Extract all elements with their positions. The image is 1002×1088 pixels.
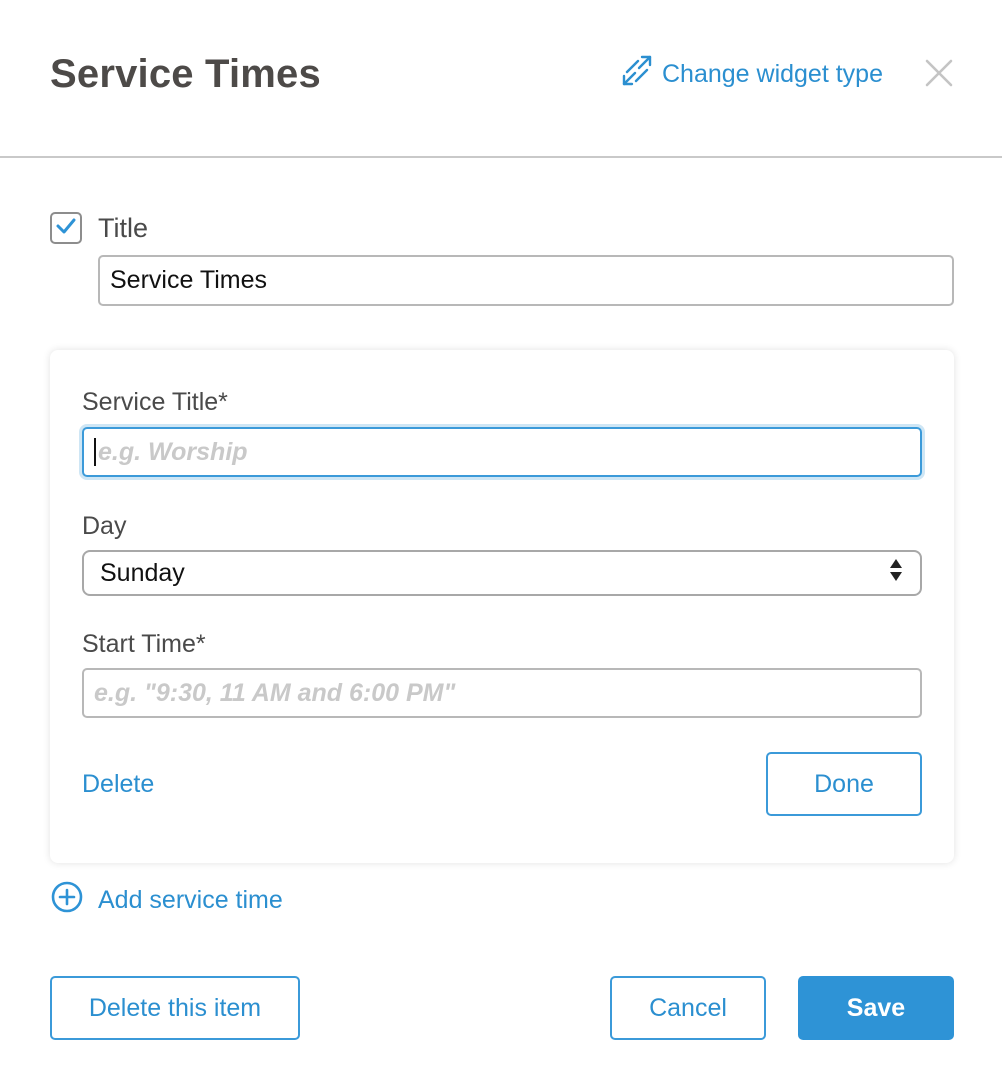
day-select[interactable]: Sunday [82, 550, 922, 596]
start-time-input[interactable]: e.g. "9:30, 11 AM and 6:00 PM" [82, 668, 922, 718]
text-caret [94, 438, 96, 466]
delete-service-link[interactable]: Delete [82, 770, 154, 799]
change-widget-type-label: Change widget type [662, 59, 883, 88]
title-checkbox-label: Title [98, 212, 149, 243]
title-input-value: Service Times [110, 266, 267, 294]
done-button[interactable]: Done [766, 752, 922, 816]
add-service-time-button[interactable]: Add service time [50, 880, 283, 921]
close-button[interactable] [922, 56, 956, 90]
cancel-button[interactable]: Cancel [610, 976, 766, 1040]
day-select-value: Sunday [100, 558, 185, 587]
title-input[interactable]: Service Times [98, 255, 954, 306]
service-title-label: Service Title* [82, 388, 228, 416]
start-time-placeholder: e.g. "9:30, 11 AM and 6:00 PM" [94, 678, 456, 707]
close-icon [922, 59, 956, 94]
start-time-label: Start Time* [82, 630, 206, 658]
change-widget-type-link[interactable]: Change widget type [620, 54, 883, 95]
save-button-label: Save [846, 993, 906, 1022]
add-service-time-label: Add service time [98, 886, 283, 914]
dialog-title: Service Times [50, 52, 321, 96]
dialog-header: Service Times Change widget type [0, 0, 1002, 158]
service-times-dialog: Service Times Change widget type Title S… [0, 0, 1002, 1088]
swap-arrows-icon [620, 54, 654, 95]
service-title-placeholder: e.g. Worship [98, 437, 248, 466]
service-title-input[interactable]: e.g. Worship [82, 427, 922, 477]
cancel-button-label: Cancel [649, 993, 727, 1022]
select-arrows-icon [888, 556, 904, 591]
day-label: Day [82, 512, 127, 540]
done-button-label: Done [814, 769, 874, 798]
save-button[interactable]: Save [798, 976, 954, 1040]
title-toggle-row: Title [50, 212, 148, 244]
service-time-card: Service Title* e.g. Worship Day Sunday S… [50, 350, 954, 863]
title-checkbox[interactable] [50, 212, 82, 244]
delete-item-label: Delete this item [88, 993, 262, 1022]
plus-circle-icon [50, 880, 84, 921]
checkmark-icon [55, 215, 77, 242]
delete-item-button[interactable]: Delete this item [50, 976, 300, 1040]
